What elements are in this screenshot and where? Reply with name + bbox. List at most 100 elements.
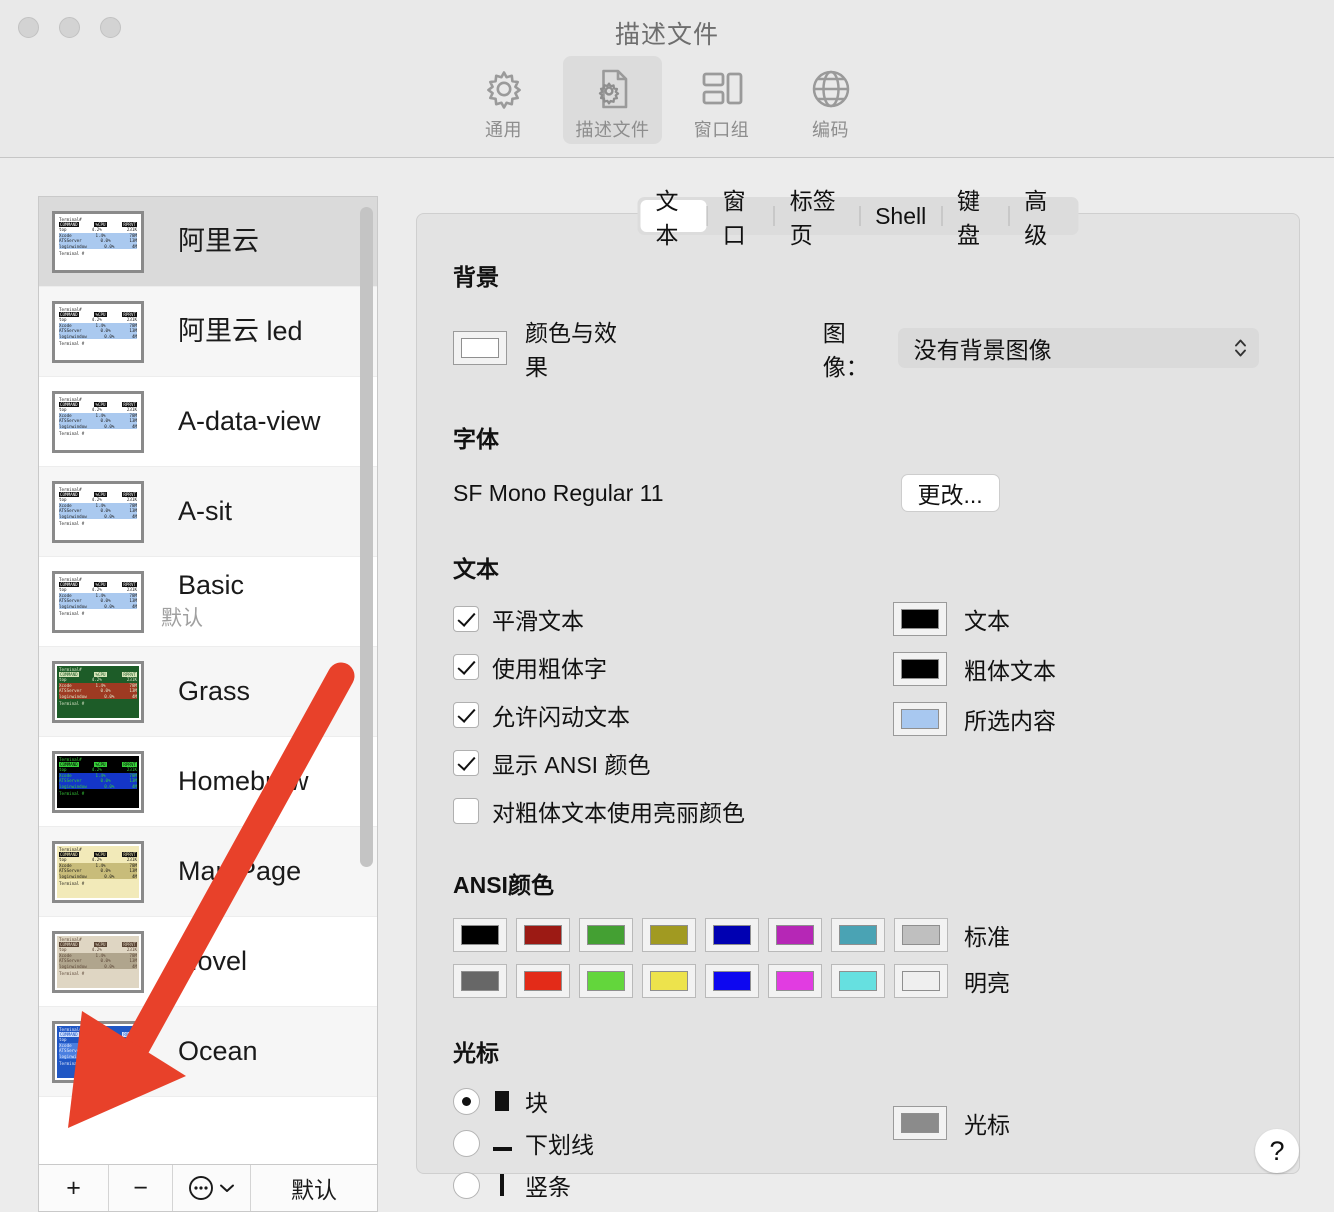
profile-default-badge: 默认 — [161, 606, 203, 630]
profile-thumbnail: Terminal# COMMAND %CPU RPRVT top 4.2% 231K Xcod… — [52, 840, 144, 903]
tab-window[interactable]: 窗口 — [708, 188, 774, 248]
ansi-color-swatch — [839, 971, 877, 991]
font-value: SF Mono Regular 11 — [453, 479, 664, 506]
cursor-option-row[interactable]: 块 — [453, 1084, 893, 1118]
text-option-row[interactable]: 允许闪动文本 — [453, 698, 893, 732]
ansi-color-well[interactable] — [831, 964, 885, 998]
tab-keyboard[interactable]: 键盘 — [942, 188, 1008, 248]
toolbar-item-profiles[interactable]: 描述文件 — [563, 56, 662, 144]
ansi-color-well[interactable] — [831, 918, 885, 952]
ansi-color-well[interactable] — [894, 964, 948, 998]
text-option-row[interactable]: 使用粗体字 — [453, 650, 893, 684]
text-option-row[interactable]: 平滑文本 — [453, 602, 893, 636]
ansi-color-well[interactable] — [705, 964, 759, 998]
profiles-list[interactable]: Terminal# COMMAND %CPU RPRVT top 4.2% 231K Xcod… — [38, 196, 378, 1164]
profile-row[interactable]: Terminal# COMMAND %CPU RPRVT top 4.2% 231K Xcod… — [39, 377, 377, 467]
profile-row[interactable]: Terminal# COMMAND %CPU RPRVT top 4.2% 231K Xcod… — [39, 197, 377, 287]
profile-name: Man Page — [178, 856, 302, 887]
toolbar-item-window-groups[interactable]: 窗口组 — [672, 56, 771, 144]
color-well[interactable] — [893, 702, 947, 736]
text-option-row[interactable]: 显示 ANSI 颜色 — [453, 746, 893, 780]
profile-name: Basic — [178, 570, 245, 601]
ansi-color-swatch — [524, 971, 562, 991]
profile-thumbnail: Terminal# COMMAND %CPU RPRVT top 4.2% 231K Xcod… — [52, 300, 144, 363]
profile-name: Homebrew — [178, 766, 309, 797]
ansi-color-well[interactable] — [642, 964, 696, 998]
ansi-color-row: 明亮 — [453, 964, 1259, 998]
color-well[interactable] — [893, 652, 947, 686]
profile-row[interactable]: Terminal# COMMAND %CPU RPRVT top 4.2% 231K Xcod… — [39, 467, 377, 557]
toolbar-item-encoding[interactable]: 编码 — [781, 56, 880, 144]
globe-icon — [808, 66, 854, 112]
cursor-shape-underline-icon — [489, 1129, 515, 1157]
scrollbar-thumb[interactable] — [360, 207, 373, 867]
background-color-well[interactable] — [453, 331, 507, 365]
cursor-option-row[interactable]: 竖条 — [453, 1168, 893, 1202]
cursor-option-row[interactable]: 下划线 — [453, 1126, 893, 1160]
ansi-color-swatch — [587, 971, 625, 991]
radio-button[interactable] — [453, 1087, 480, 1115]
ansi-color-well[interactable] — [516, 964, 570, 998]
checkbox[interactable] — [453, 606, 479, 632]
settings-pane-container: 文本 窗口 标签页 Shell 键盘 高级 背景 颜色与效果 图像： 没有背景图… — [416, 188, 1300, 1200]
toolbar-item-label: 通用 — [485, 120, 522, 140]
checkbox[interactable] — [453, 798, 479, 824]
window-title: 描述文件 — [614, 21, 719, 49]
profile-row[interactable]: Terminal# COMMAND %CPU RPRVT top 4.2% 231K Xcod… — [39, 287, 377, 377]
remove-profile-button[interactable]: − — [109, 1165, 173, 1211]
ansi-color-well[interactable] — [642, 918, 696, 952]
ansi-color-swatch — [587, 925, 625, 945]
add-profile-button[interactable]: + — [39, 1165, 109, 1211]
ansi-color-well[interactable] — [453, 918, 507, 952]
checkbox-label: 对粗体文本使用亮丽颜色 — [492, 800, 745, 826]
checkbox-label: 平滑文本 — [492, 608, 584, 634]
ansi-color-well[interactable] — [894, 918, 948, 952]
profile-row[interactable]: Terminal# COMMAND %CPU RPRVT top 4.2% 231K Xcod… — [39, 827, 377, 917]
checkbox[interactable] — [453, 654, 479, 680]
profile-row[interactable]: Terminal# COMMAND %CPU RPRVT top 4.2% 231K Xcod… — [39, 917, 377, 1007]
checkbox[interactable] — [453, 750, 479, 776]
radio-button[interactable] — [453, 1129, 480, 1157]
profile-row[interactable]: Terminal# COMMAND %CPU RPRVT top 4.2% 231K Xcod… — [39, 557, 377, 647]
tab-shell[interactable]: Shell — [860, 200, 941, 232]
change-font-button[interactable]: 更改... — [900, 474, 1000, 512]
ansi-color-well[interactable] — [453, 964, 507, 998]
cursor-color-well[interactable] — [893, 1106, 947, 1140]
color-well[interactable] — [893, 602, 947, 636]
checkbox-label: 显示 ANSI 颜色 — [492, 752, 651, 778]
ansi-color-swatch — [461, 925, 499, 945]
checkbox[interactable] — [453, 702, 479, 728]
color-swatch — [901, 709, 939, 729]
ansi-color-well[interactable] — [768, 964, 822, 998]
ansi-color-well[interactable] — [705, 918, 759, 952]
color-effects-label: 颜色与效果 — [525, 320, 617, 380]
ansi-color-well[interactable] — [516, 918, 570, 952]
tab-text[interactable]: 文本 — [640, 188, 707, 248]
profiles-footer-toolbar: + − 默认 — [38, 1164, 378, 1212]
toolbar-item-general[interactable]: 通用 — [454, 56, 553, 144]
tab-tab[interactable]: 标签页 — [775, 188, 860, 248]
profile-row[interactable]: Terminal# COMMAND %CPU RPRVT top 4.2% 231K Xcod… — [39, 1007, 377, 1097]
radio-button[interactable] — [453, 1171, 480, 1199]
set-default-button[interactable]: 默认 — [251, 1165, 377, 1211]
color-swatch — [901, 659, 939, 679]
profile-name: A-data-view — [178, 406, 321, 437]
profile-actions-menu-button[interactable] — [173, 1165, 251, 1211]
profile-row[interactable]: Terminal# COMMAND %CPU RPRVT top 4.2% 231K Xcod… — [39, 647, 377, 737]
profile-row[interactable]: Terminal# COMMAND %CPU RPRVT top 4.2% 231K Xcod… — [39, 737, 377, 827]
background-image-select[interactable]: 没有背景图像 — [897, 328, 1260, 368]
ansi-color-well[interactable] — [579, 918, 633, 952]
profile-name: 阿里云 — [178, 226, 259, 257]
cursor-color-swatch — [901, 1113, 939, 1133]
tab-advanced[interactable]: 高级 — [1009, 188, 1075, 248]
ansi-color-well[interactable] — [768, 918, 822, 952]
toolbar-item-label: 编码 — [812, 120, 849, 140]
ansi-color-well[interactable] — [579, 964, 633, 998]
ansi-color-swatch — [902, 925, 940, 945]
help-button[interactable]: ? — [1255, 1129, 1299, 1173]
window-body: Terminal# COMMAND %CPU RPRVT top 4.2% 231K Xcod… — [0, 158, 1334, 1212]
text-option-row[interactable]: 对粗体文本使用亮丽颜色 — [453, 794, 893, 828]
cursor-color-label: 光标 — [964, 1112, 1010, 1138]
profiles-scrollbar[interactable] — [360, 203, 373, 1158]
cursor-option-label: 竖条 — [525, 1174, 571, 1200]
